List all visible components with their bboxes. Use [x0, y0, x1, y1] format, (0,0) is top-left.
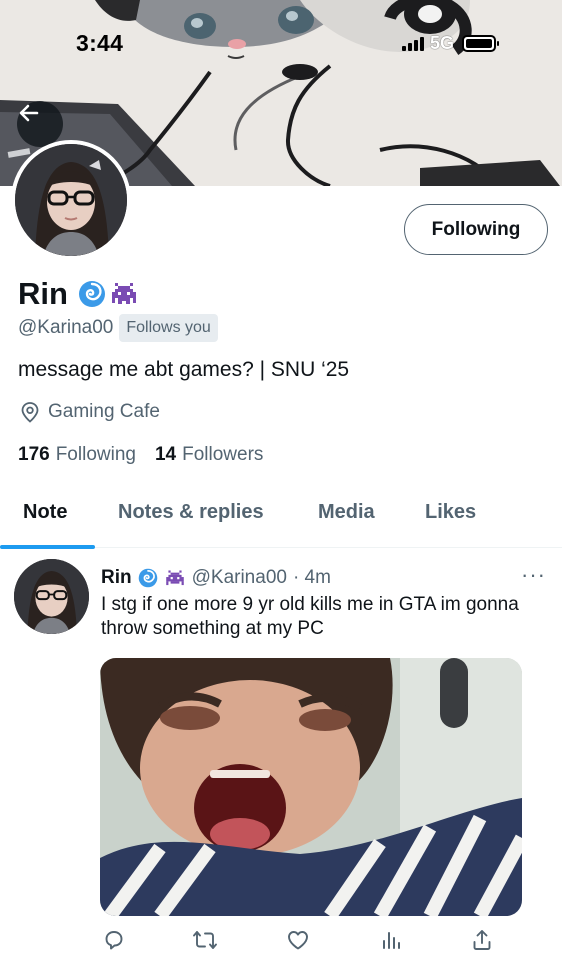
cyclone-emoji-icon [78, 281, 105, 307]
share-icon [473, 930, 491, 950]
alien-monster-emoji-icon [111, 283, 136, 304]
post-author-handle: @Karina00 [191, 567, 287, 588]
display-name: Rin [18, 276, 68, 311]
like-icon [288, 931, 308, 950]
tab-media[interactable]: Media [318, 501, 375, 524]
follows-you-badge: Follows you [119, 314, 218, 342]
battery-icon [462, 35, 500, 52]
tab-notes-and-replies[interactable]: Notes & replies [118, 501, 264, 524]
repost-button[interactable] [191, 926, 219, 954]
reply-icon [105, 931, 123, 950]
network-type: 5G [430, 33, 455, 53]
back-button[interactable] [17, 101, 63, 147]
followers-label: Followers [182, 444, 264, 465]
cellular-signal-icon [402, 36, 424, 51]
profile-avatar[interactable] [11, 140, 131, 260]
post-text: I stg if one more 9 yr old kills me in G… [101, 594, 519, 639]
post-header: Rin @Karina00 · 4m [101, 567, 331, 589]
status-bar: 3:44 5G [0, 0, 562, 84]
reply-button[interactable] [100, 926, 128, 954]
profile-handle: @Karina00 [18, 317, 114, 338]
profile-tabs: Note Notes & replies Media Likes [0, 482, 562, 549]
cyclone-emoji-icon [138, 568, 157, 588]
name-badges [78, 280, 139, 308]
active-tab-indicator [0, 545, 95, 549]
post-author-name[interactable]: Rin [101, 567, 132, 589]
avatar-photo [15, 144, 127, 256]
arrow-left-icon [19, 104, 39, 122]
profile-stats: 176 Following 14 Followers [18, 444, 263, 466]
more-options-icon[interactable]: ··· [521, 562, 546, 588]
following-count: 176 [18, 444, 50, 465]
following-button[interactable]: Following [404, 204, 548, 255]
post-image-photo [100, 658, 522, 916]
repost-icon [193, 931, 217, 949]
post-actions [0, 924, 562, 958]
views-button[interactable] [377, 926, 405, 954]
profile-name-row: Rin [18, 276, 139, 312]
location-pin-icon [21, 402, 39, 423]
following-stat[interactable]: 176 Following [18, 444, 136, 466]
status-indicators: 5G [402, 33, 500, 54]
profile-location: Gaming Cafe [48, 401, 160, 422]
profile-handle-row: @Karina00 Follows you [18, 314, 218, 342]
followers-count: 14 [154, 444, 177, 465]
following-label: Following [55, 444, 136, 465]
share-button[interactable] [468, 926, 496, 954]
views-icon [383, 932, 400, 949]
profile-location-row: Gaming Cafe [20, 401, 160, 423]
post-avatar-photo [14, 559, 89, 634]
like-button[interactable] [284, 926, 312, 954]
tab-likes[interactable]: Likes [425, 501, 476, 524]
alien-monster-emoji-icon [165, 569, 184, 585]
post-image[interactable] [100, 658, 522, 916]
followers-stat[interactable]: 14 Followers [155, 444, 263, 466]
profile-bio: message me abt games? | SNU ‘25 [18, 358, 350, 381]
tab-note[interactable]: Note [23, 501, 67, 524]
status-time: 3:44 [76, 30, 124, 56]
post-timestamp: · 4m [292, 567, 331, 588]
post-author-avatar[interactable] [14, 559, 89, 634]
